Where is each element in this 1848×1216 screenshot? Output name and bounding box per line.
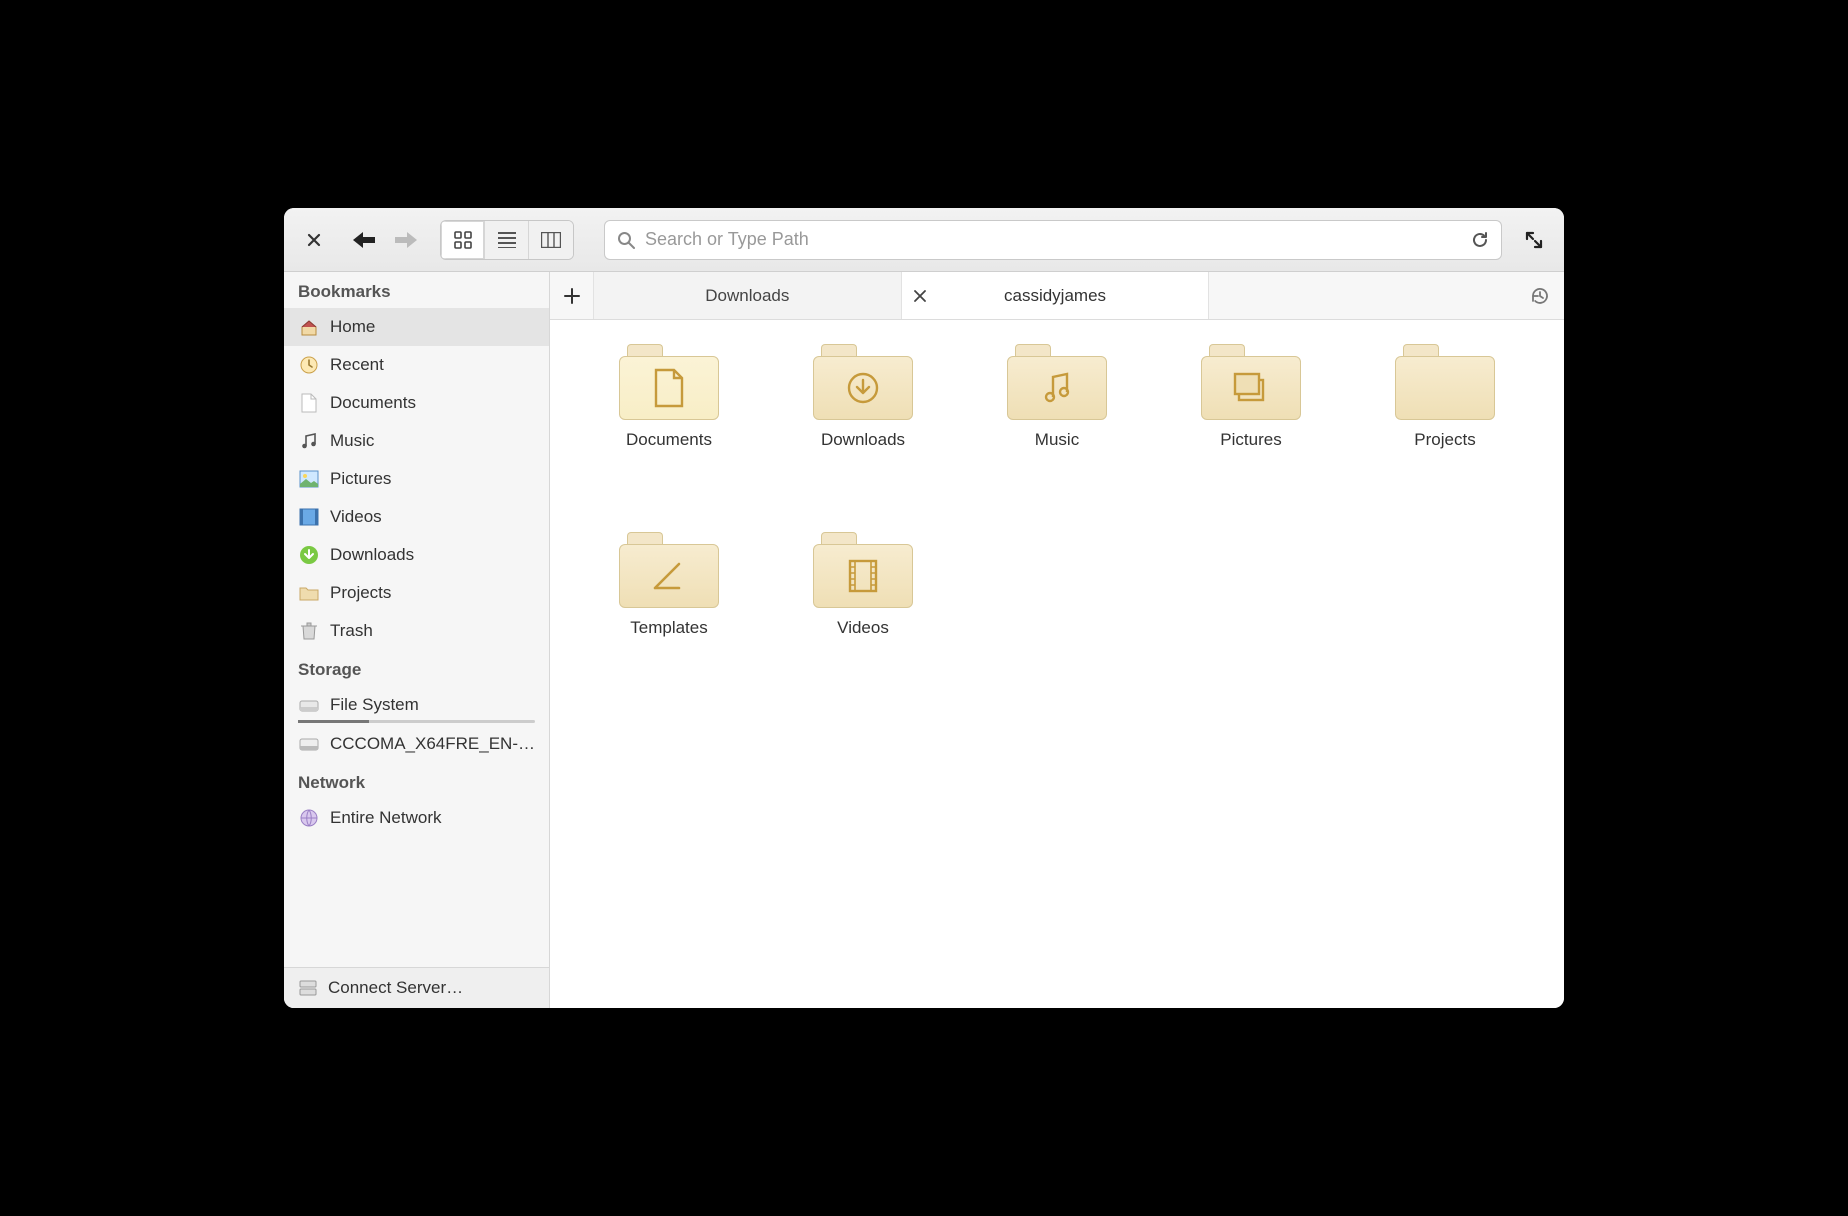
nav-group: [346, 222, 424, 258]
folder-label: Pictures: [1220, 430, 1281, 450]
folder-documents[interactable]: Documents: [574, 344, 764, 514]
folder-icon: [1201, 344, 1301, 420]
videos-icon: [298, 506, 320, 528]
tab-label: Downloads: [705, 286, 789, 306]
sidebar-item-label: Home: [330, 317, 375, 337]
home-icon: [298, 316, 320, 338]
pictures-icon: [298, 468, 320, 490]
sidebar-item-label: Videos: [330, 507, 382, 527]
folder-videos[interactable]: Videos: [768, 532, 958, 702]
forward-button[interactable]: [388, 222, 424, 258]
recent-icon: [298, 354, 320, 376]
sidebar-item-label: Downloads: [330, 545, 414, 565]
refresh-button[interactable]: [1471, 231, 1489, 249]
sidebar-item-label: CCCOMA_X64FRE_EN-…: [330, 734, 535, 754]
search-icon: [617, 231, 635, 249]
maximize-button[interactable]: [1516, 231, 1552, 249]
music-icon: [298, 430, 320, 452]
sidebar-item-label: Documents: [330, 393, 416, 413]
sidebar-item-label: Projects: [330, 583, 391, 603]
view-icons-button[interactable]: [441, 221, 485, 259]
file-manager-window: Bookmarks Home Recent Documents: [284, 208, 1564, 1008]
server-icon: [298, 978, 318, 998]
body: Bookmarks Home Recent Documents: [284, 272, 1564, 1008]
view-columns-button[interactable]: [529, 221, 573, 259]
documents-icon: [298, 392, 320, 414]
network-icon: [298, 807, 320, 829]
storage-usage-bar: [298, 720, 535, 723]
sidebar-item-trash[interactable]: Trash: [284, 612, 549, 650]
sidebar-item-entire-network[interactable]: Entire Network: [284, 799, 549, 837]
sidebar: Bookmarks Home Recent Documents: [284, 272, 550, 1008]
search-bar[interactable]: [604, 220, 1502, 260]
trash-icon: [298, 620, 320, 642]
folder-label: Templates: [630, 618, 707, 638]
sidebar-item-documents[interactable]: Documents: [284, 384, 549, 422]
folder-icon: [813, 532, 913, 608]
folder-music[interactable]: Music: [962, 344, 1152, 514]
toolbar: [284, 208, 1564, 272]
sidebar-item-home[interactable]: Home: [284, 308, 549, 346]
folder-label: Music: [1035, 430, 1079, 450]
folder-label: Projects: [1414, 430, 1475, 450]
sidebar-item-pictures[interactable]: Pictures: [284, 460, 549, 498]
folder-icon: [813, 344, 913, 420]
tab-bar: Downloads cassidyjames: [550, 272, 1564, 320]
folder-downloads[interactable]: Downloads: [768, 344, 958, 514]
sidebar-item-music[interactable]: Music: [284, 422, 549, 460]
sidebar-item-external-drive[interactable]: CCCOMA_X64FRE_EN-…: [284, 725, 549, 763]
connect-server-button[interactable]: Connect Server…: [284, 967, 549, 1008]
sidebar-section-bookmarks: Bookmarks: [284, 272, 549, 308]
sidebar-item-label: Recent: [330, 355, 384, 375]
sidebar-section-network: Network: [284, 763, 549, 799]
sidebar-item-label: Entire Network: [330, 808, 441, 828]
history-button[interactable]: [1516, 272, 1564, 319]
tab-downloads[interactable]: Downloads: [594, 272, 902, 319]
sidebar-item-label: Trash: [330, 621, 373, 641]
downloads-icon: [298, 544, 320, 566]
folder-grid[interactable]: Documents Downloads Music: [550, 320, 1564, 1008]
tab-close-button[interactable]: [914, 290, 926, 302]
folder-icon: [619, 532, 719, 608]
sidebar-item-downloads[interactable]: Downloads: [284, 536, 549, 574]
folder-pictures[interactable]: Pictures: [1156, 344, 1346, 514]
sidebar-section-storage: Storage: [284, 650, 549, 686]
sidebar-item-projects[interactable]: Projects: [284, 574, 549, 612]
folder-templates[interactable]: Templates: [574, 532, 764, 702]
sidebar-footer-label: Connect Server…: [328, 978, 463, 998]
folder-projects[interactable]: Projects: [1350, 344, 1540, 514]
view-list-button[interactable]: [485, 221, 529, 259]
folder-icon: [1007, 344, 1107, 420]
content-area: Downloads cassidyjames: [550, 272, 1564, 1008]
tab-cassidyjames[interactable]: cassidyjames: [902, 272, 1210, 319]
folder-label: Downloads: [821, 430, 905, 450]
close-button[interactable]: [296, 222, 332, 258]
sidebar-item-label: Music: [330, 431, 374, 451]
sidebar-item-label: Pictures: [330, 469, 391, 489]
folder-icon: [1395, 344, 1495, 420]
folder-label: Documents: [626, 430, 712, 450]
folder-icon: [298, 582, 320, 604]
drive-icon: [298, 694, 320, 716]
sidebar-item-videos[interactable]: Videos: [284, 498, 549, 536]
view-mode-toggle: [440, 220, 574, 260]
folder-icon: [619, 344, 719, 420]
disc-drive-icon: [298, 733, 320, 755]
tab-label: cassidyjames: [1004, 286, 1106, 306]
sidebar-item-recent[interactable]: Recent: [284, 346, 549, 384]
sidebar-item-label: File System: [330, 695, 419, 715]
sidebar-item-filesystem[interactable]: File System: [284, 686, 549, 720]
search-input[interactable]: [645, 229, 1461, 250]
back-button[interactable]: [346, 222, 382, 258]
folder-label: Videos: [837, 618, 889, 638]
new-tab-button[interactable]: [550, 272, 594, 319]
